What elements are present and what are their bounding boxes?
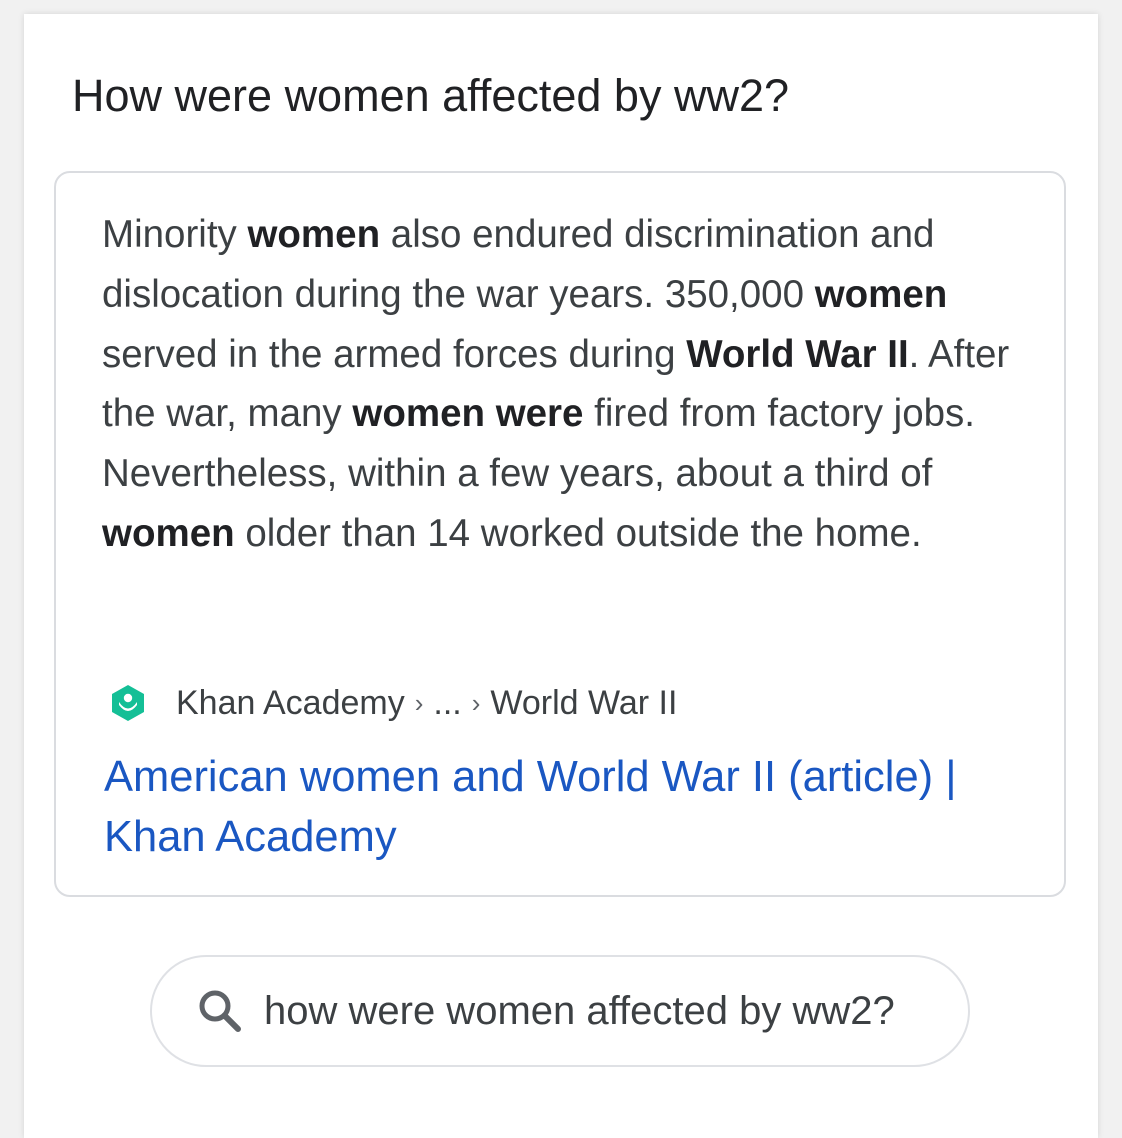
snippet-text-run: Minority xyxy=(102,213,248,256)
breadcrumb-ellipsis: ... xyxy=(433,683,462,722)
khan-academy-icon xyxy=(112,685,144,721)
snippet-bold-term: women were xyxy=(352,392,584,436)
snippet-text-run: served in the armed forces during xyxy=(102,332,687,376)
related-search-query: how were women affected by ww2? xyxy=(264,988,895,1033)
source-breadcrumb[interactable]: Khan Academy › ... › World War II xyxy=(108,681,677,725)
featured-snippet-panel: How were women affected by ww2? Minority… xyxy=(24,14,1098,1138)
source-site-name: Khan Academy xyxy=(176,683,405,722)
breadcrumb-separator: › xyxy=(471,687,481,718)
snippet-bold-term: women xyxy=(247,213,381,256)
snippet-bold-term: women xyxy=(814,272,948,316)
answer-card: Minority women also endured discriminati… xyxy=(54,171,1066,897)
snippet-text-run: older than 14 worked outside the home. xyxy=(234,511,922,555)
search-icon xyxy=(199,990,241,1032)
snippet-bold-term: World War II xyxy=(686,332,909,376)
related-search-chip[interactable]: how were women affected by ww2? xyxy=(150,955,970,1067)
snippet-text: Minority women also endured discriminati… xyxy=(102,205,1042,564)
result-title-link[interactable]: American women and World War II (article… xyxy=(104,747,1044,867)
breadcrumb-page: World War II xyxy=(490,683,678,722)
breadcrumb-separator: › xyxy=(414,687,424,718)
snippet-bold-term: women xyxy=(102,511,235,555)
question-heading[interactable]: How were women affected by ww2? xyxy=(72,68,789,124)
